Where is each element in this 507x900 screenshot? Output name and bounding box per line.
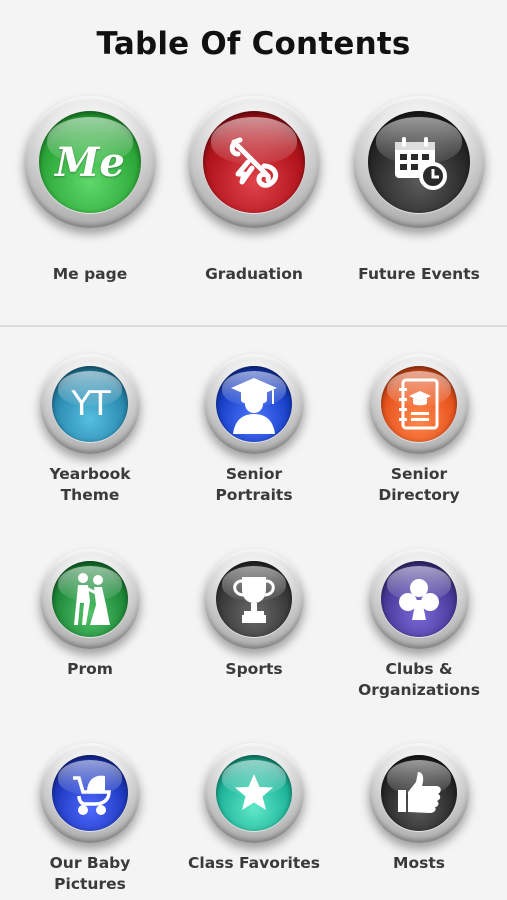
mosts-button[interactable] <box>369 743 469 843</box>
toc-item-me-page[interactable]: Me Me page <box>24 96 156 285</box>
senior-portraits-button[interactable] <box>204 354 304 454</box>
mosts-label: Mosts <box>393 854 445 872</box>
toc-item-senior-portraits[interactable]: Senior Portraits <box>204 354 304 506</box>
me-text-icon: Me <box>55 138 125 186</box>
clubs-organizations-face <box>381 561 457 637</box>
our-baby-pictures-button[interactable] <box>40 743 140 843</box>
graduation-button[interactable] <box>188 96 320 228</box>
yearbook-theme-face: YT <box>52 366 128 442</box>
senior-portraits-face <box>216 366 292 442</box>
section-divider <box>0 325 507 327</box>
yearbook-theme-button[interactable]: YT <box>40 354 140 454</box>
our-baby-pictures-face <box>52 755 128 831</box>
directory-book-icon <box>397 378 441 430</box>
prom-face <box>52 561 128 637</box>
graduation-face <box>203 111 305 213</box>
star-icon <box>232 771 276 815</box>
club-suit-icon <box>396 576 442 622</box>
sports-button[interactable] <box>204 549 304 649</box>
future-events-face <box>368 111 470 213</box>
class-favorites-face <box>216 755 292 831</box>
toc-item-future-events[interactable]: Future Events <box>353 96 485 285</box>
sports-face <box>216 561 292 637</box>
senior-directory-label: Senior Directory <box>378 465 460 504</box>
senior-portraits-label: Senior Portraits <box>215 465 293 504</box>
class-favorites-button[interactable] <box>204 743 304 843</box>
clubs-organizations-label: Clubs & Organizations <box>358 660 480 699</box>
clubs-organizations-button[interactable] <box>369 549 469 649</box>
toc-item-yearbook-theme[interactable]: YT Yearbook Theme <box>40 354 140 506</box>
sports-label: Sports <box>225 660 283 678</box>
me-page-face: Me <box>39 111 141 213</box>
toc-item-prom[interactable]: Prom <box>40 549 140 680</box>
yt-text-icon: YT <box>71 384 111 424</box>
toc-item-graduation[interactable]: Graduation <box>188 96 320 285</box>
trophy-icon <box>230 573 278 625</box>
thumbs-up-icon <box>394 770 444 816</box>
our-baby-pictures-label: Our Baby Pictures <box>49 854 131 893</box>
graduation-label: Graduation <box>205 265 303 283</box>
toc-item-class-favorites[interactable]: Class Favorites <box>188 743 320 874</box>
future-events-label: Future Events <box>358 265 480 283</box>
calendar-clock-icon <box>389 132 449 192</box>
me-page-button[interactable]: Me <box>24 96 156 228</box>
senior-directory-button[interactable] <box>369 354 469 454</box>
toc-item-clubs-organizations[interactable]: Clubs & Organizations <box>358 549 480 701</box>
future-events-button[interactable] <box>353 96 485 228</box>
dancing-couple-icon <box>68 571 112 627</box>
toc-item-senior-directory[interactable]: Senior Directory <box>369 354 469 506</box>
page-title: Table Of Contents <box>96 26 411 62</box>
toc-item-mosts[interactable]: Mosts <box>369 743 469 874</box>
mosts-face <box>381 755 457 831</box>
stroller-icon <box>65 770 115 816</box>
prom-label: Prom <box>67 660 113 678</box>
class-favorites-label: Class Favorites <box>188 854 320 872</box>
senior-directory-face <box>381 366 457 442</box>
toc-item-our-baby-pictures[interactable]: Our Baby Pictures <box>40 743 140 895</box>
toc-item-sports[interactable]: Sports <box>204 549 304 680</box>
diploma-icon <box>224 132 284 192</box>
graduate-icon <box>227 374 281 434</box>
prom-button[interactable] <box>40 549 140 649</box>
yearbook-theme-label: Yearbook Theme <box>49 465 131 504</box>
me-page-label: Me page <box>52 265 128 283</box>
